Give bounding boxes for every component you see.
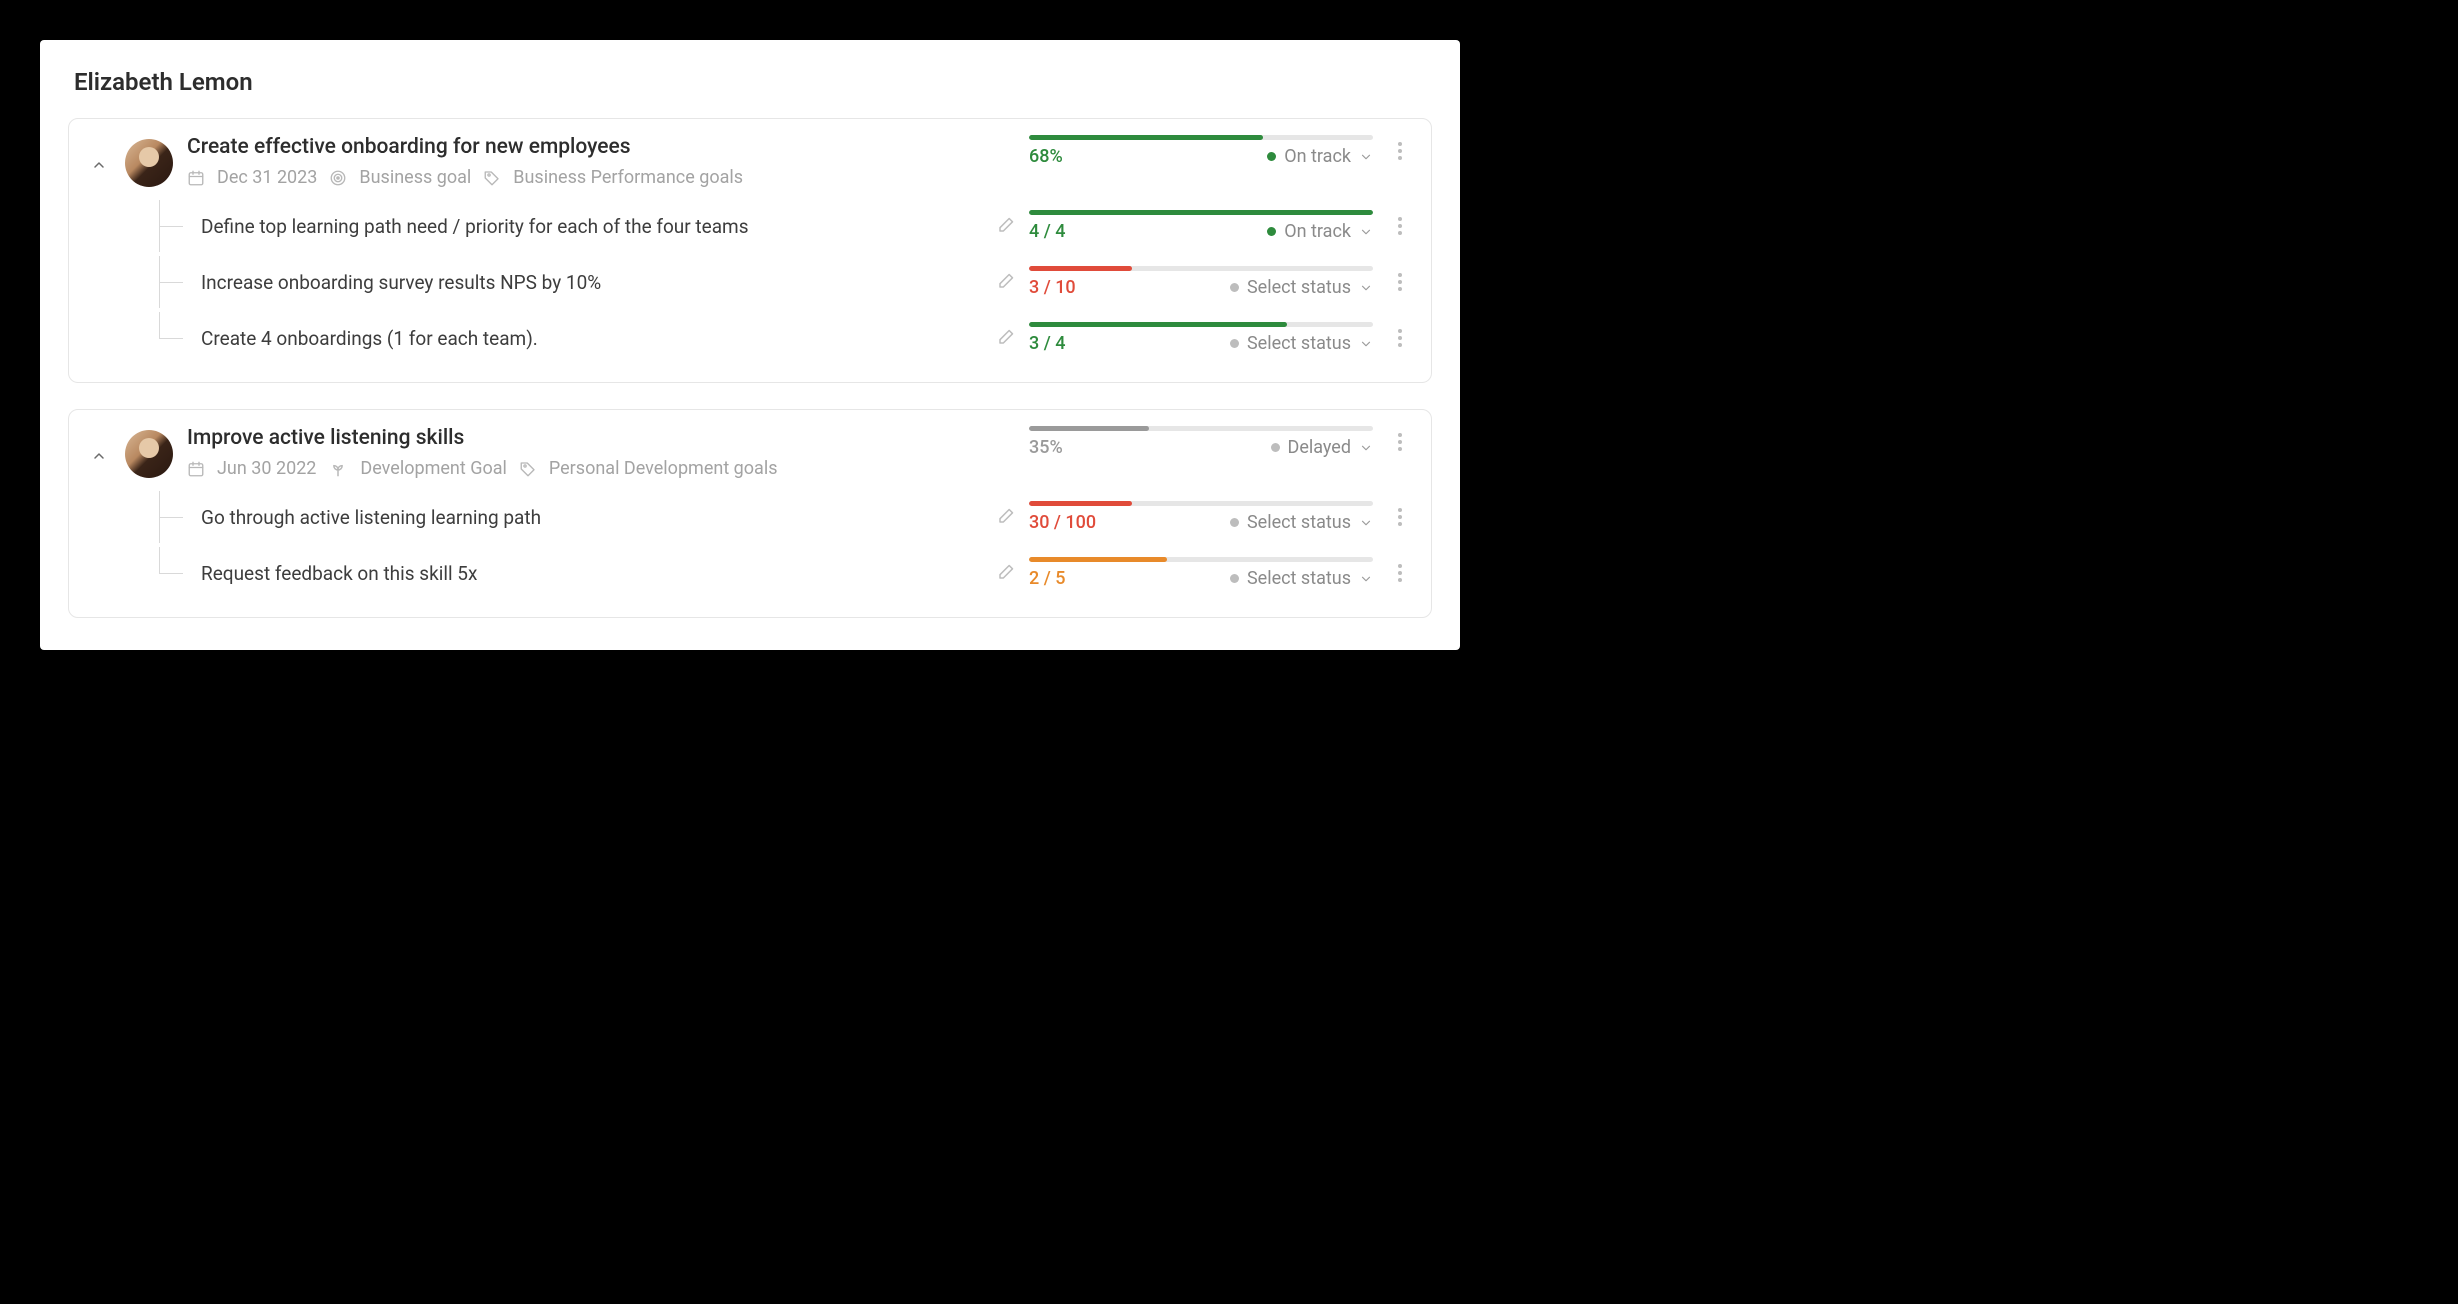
kr-row: Create 4 onboardings (1 for each team). 3… [149,310,1409,366]
goal-header: Create effective onboarding for new empl… [87,135,1409,188]
kr-status-select[interactable]: Select status [1230,512,1373,533]
kr-row: Increase onboarding survey results NPS b… [149,254,1409,310]
collapse-icon[interactable] [91,448,107,464]
person-name: Elizabeth Lemon [74,68,1432,96]
tag-icon [519,460,537,478]
kr-status-select[interactable]: Select status [1230,568,1373,589]
kr-progress-value: 2 / 5 [1029,568,1065,589]
collapse-icon[interactable] [91,157,107,173]
kr-status-select[interactable]: Select status [1230,333,1373,354]
calendar-icon [187,460,205,478]
goal-date: Jun 30 2022 [217,458,316,479]
goal-type-icon [328,459,348,479]
kr-progress-value: 3 / 4 [1029,333,1065,354]
kr-progress-value: 3 / 10 [1029,277,1076,298]
kr-progress-bar [1029,501,1373,506]
goal-block: Create effective onboarding for new empl… [68,118,1432,383]
goal-progress-bar [1029,426,1373,431]
avatar [125,430,173,478]
more-menu-icon[interactable] [1391,504,1409,530]
more-menu-icon[interactable] [1391,429,1409,455]
kr-progress-bar [1029,322,1373,327]
kr-list: Define top learning path need / priority… [149,198,1409,366]
kr-progress-value: 4 / 4 [1029,221,1065,242]
goal-meta: Dec 31 2023 Business goal Business Perform… [187,167,1015,188]
goal-status-select[interactable]: On track [1267,146,1373,167]
kr-row: Define top learning path need / priority… [149,198,1409,254]
edit-icon[interactable] [995,216,1015,236]
kr-status-select[interactable]: Select status [1230,277,1373,298]
goal-block: Improve active listening skills Jun 30 20… [68,409,1432,618]
goal-progress-bar [1029,135,1373,140]
avatar [125,139,173,187]
goal-title: Improve active listening skills [187,426,1015,450]
kr-progress-bar [1029,557,1373,562]
more-menu-icon[interactable] [1391,560,1409,586]
kr-title: Create 4 onboardings (1 for each team). [201,327,981,350]
goal-category: Personal Development goals [549,458,778,479]
kr-list: Go through active listening learning pat… [149,489,1409,601]
goal-date: Dec 31 2023 [217,167,317,188]
goal-category: Business Performance goals [513,167,743,188]
tag-icon [483,169,501,187]
kr-status-select[interactable]: On track [1267,221,1373,242]
goal-meta: Jun 30 2022 Development Goal Personal Deve… [187,458,1015,479]
calendar-icon [187,169,205,187]
more-menu-icon[interactable] [1391,325,1409,351]
goal-progress-value: 68% [1029,146,1063,167]
kr-title: Go through active listening learning pat… [201,506,981,529]
kr-progress-bar [1029,266,1373,271]
goal-status-select[interactable]: Delayed [1271,437,1374,458]
edit-icon[interactable] [995,272,1015,292]
goals-card: Elizabeth Lemon Create effective onboard… [40,40,1460,650]
goal-type: Business goal [359,167,471,188]
kr-title: Increase onboarding survey results NPS b… [201,271,981,294]
goal-progress-value: 35% [1029,437,1063,458]
more-menu-icon[interactable] [1391,269,1409,295]
goal-title: Create effective onboarding for new empl… [187,135,1015,159]
kr-title: Request feedback on this skill 5x [201,562,981,585]
kr-title: Define top learning path need / priority… [201,215,981,238]
kr-progress-bar [1029,210,1373,215]
more-menu-icon[interactable] [1391,138,1409,164]
kr-row: Go through active listening learning pat… [149,489,1409,545]
edit-icon[interactable] [995,507,1015,527]
edit-icon[interactable] [995,563,1015,583]
kr-progress-value: 30 / 100 [1029,512,1096,533]
more-menu-icon[interactable] [1391,213,1409,239]
goal-type: Development Goal [360,458,506,479]
goal-header: Improve active listening skills Jun 30 20… [87,426,1409,479]
kr-row: Request feedback on this skill 5x 2 / 5 Se… [149,545,1409,601]
edit-icon[interactable] [995,328,1015,348]
goal-type-icon [329,169,347,187]
